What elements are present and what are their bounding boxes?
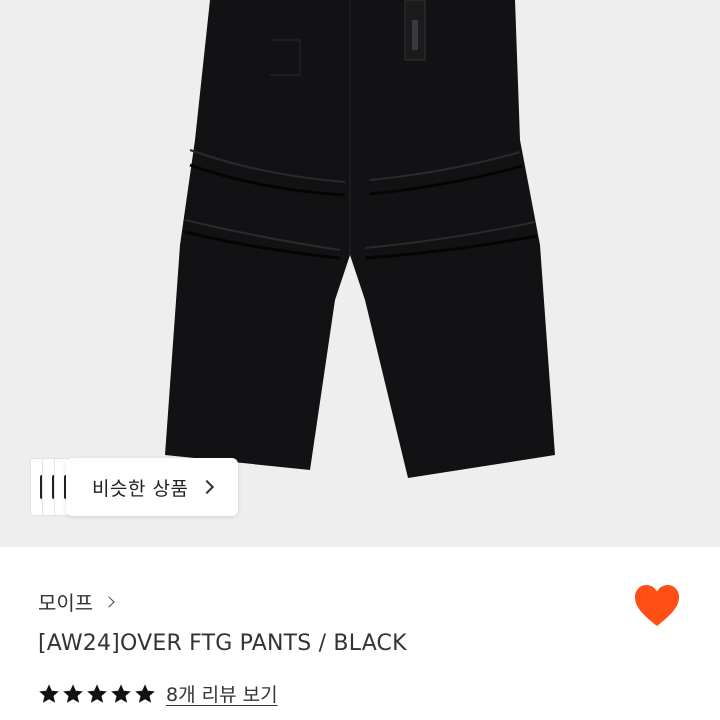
product-title: [AW24]OVER FTG PANTS / BLACK: [38, 631, 407, 656]
similar-products-pill[interactable]: 비슷한 상품: [66, 458, 238, 516]
similar-products-label: 비슷한 상품: [92, 477, 189, 500]
star-icon: [135, 683, 155, 703]
chevron-right-icon: [200, 479, 215, 495]
star-icon: [63, 683, 83, 703]
brand-link[interactable]: 모이프: [38, 587, 115, 616]
star-icon: [111, 683, 131, 703]
star-icon: [87, 683, 107, 703]
product-info: 모이프 [AW24]OVER FTG PANTS / BLACK 8개 리뷰 보…: [0, 547, 720, 720]
chevron-right-icon: [103, 595, 115, 608]
brand-name: 모이프: [38, 591, 94, 615]
star-rating: [38, 683, 156, 705]
product-image[interactable]: 비슷한 상품: [0, 0, 720, 547]
reviews-link[interactable]: 8개 리뷰 보기: [166, 680, 278, 707]
similar-products-button[interactable]: 비슷한 상품: [30, 458, 238, 516]
rating-row: 8개 리뷰 보기: [38, 680, 278, 707]
heart-icon[interactable]: [633, 584, 681, 628]
star-icon: [39, 683, 59, 703]
